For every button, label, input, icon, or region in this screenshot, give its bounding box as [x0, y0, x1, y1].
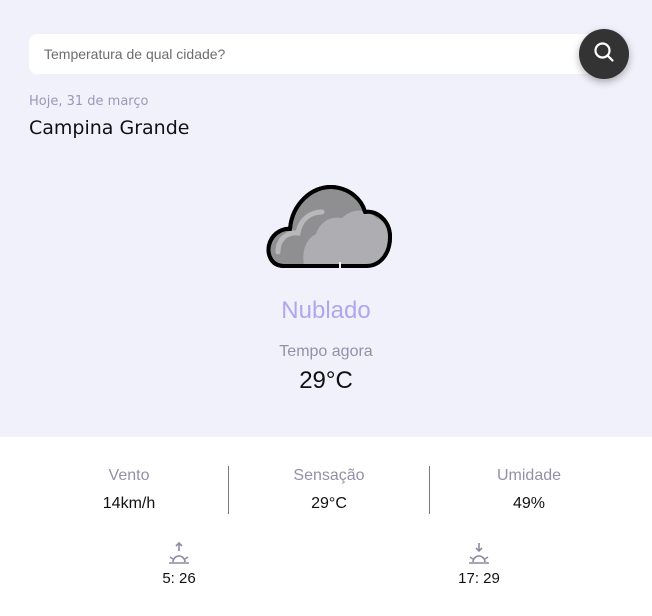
wind-stat: Vento 14km/h: [29, 467, 229, 513]
feels-like-label: Sensação: [293, 467, 365, 484]
weather-panel: Hoje, 31 de março Campina Grande Nublado…: [0, 0, 652, 437]
sunrise-icon: [139, 542, 219, 566]
search-icon: [593, 41, 615, 68]
search-button[interactable]: [579, 29, 629, 79]
sunrise-info: 5: 26: [139, 542, 219, 587]
weather-condition: Nublado: [281, 297, 371, 324]
feels-like-stat: Sensação 29°C: [229, 467, 429, 513]
humidity-value: 49%: [512, 495, 546, 512]
sunset-info: 17: 29: [439, 542, 519, 587]
wind-label: Vento: [108, 467, 150, 484]
sunset-time: 17: 29: [458, 570, 500, 587]
current-weather-label: Tempo agora: [279, 343, 373, 360]
sunset-icon: [439, 542, 519, 566]
wind-value: 14km/h: [102, 495, 156, 512]
city-search-input[interactable]: [29, 34, 604, 74]
current-temperature: 29°C: [299, 367, 353, 394]
sunrise-time: 5: 26: [162, 570, 196, 587]
date-label: Hoje, 31 de março: [29, 94, 149, 109]
humidity-stat: Umidade 49%: [429, 467, 629, 513]
cloud-icon: [264, 182, 394, 270]
city-name: Campina Grande: [29, 117, 190, 139]
humidity-label: Umidade: [496, 467, 562, 484]
feels-like-value: 29°C: [311, 495, 347, 512]
search-bar: [29, 34, 604, 74]
